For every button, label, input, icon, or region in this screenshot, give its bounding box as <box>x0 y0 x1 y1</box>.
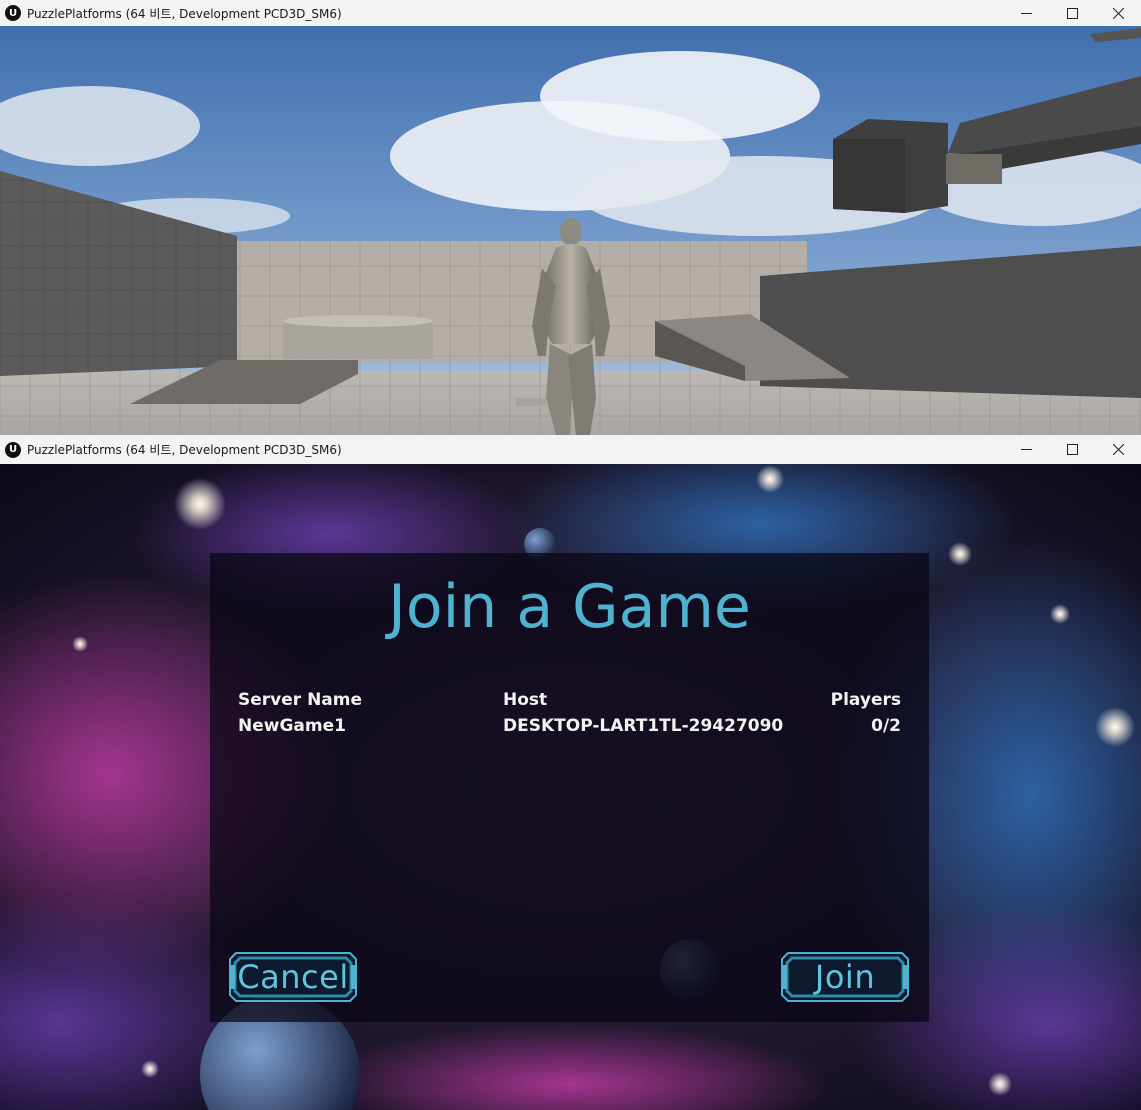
host-cell[interactable]: DESKTOP-LART1TL-29427090 <box>503 713 783 739</box>
maximize-icon[interactable] <box>1049 0 1095 26</box>
join-game-panel: Join a Game Server Name Host Players New… <box>210 553 929 1022</box>
game-window: U PuzzlePlatforms (64 비트, Development PC… <box>0 0 1141 435</box>
column-header-host: Host <box>503 690 548 710</box>
menu-window-titlebar[interactable]: U PuzzlePlatforms (64 비트, Development PC… <box>0 435 1141 464</box>
page-title: Join a Game <box>388 572 751 642</box>
server-name-cell[interactable]: NewGame1 <box>238 713 346 739</box>
window-title: PuzzlePlatforms (64 비트, Development PCD3… <box>27 443 342 457</box>
join-button-label: Join <box>814 958 876 996</box>
join-button[interactable]: Join <box>780 951 910 1003</box>
unreal-logo-icon: U <box>5 441 21 458</box>
cancel-button[interactable]: Cancel <box>228 951 358 1003</box>
players-cell[interactable]: 0/2 <box>871 713 901 739</box>
close-icon[interactable] <box>1095 0 1141 26</box>
game-window-titlebar[interactable]: U PuzzlePlatforms (64 비트, Development PC… <box>0 0 1141 26</box>
column-header-players: Players <box>830 690 901 710</box>
unreal-logo-icon: U <box>5 5 21 21</box>
minimize-icon[interactable] <box>1003 435 1049 464</box>
maximize-icon[interactable] <box>1049 435 1095 464</box>
game-viewport[interactable] <box>0 26 1141 435</box>
close-icon[interactable] <box>1095 435 1141 464</box>
minimize-icon[interactable] <box>1003 0 1049 26</box>
cancel-button-label: Cancel <box>237 958 349 996</box>
column-header-server-name: Server Name <box>238 690 363 710</box>
window-title: PuzzlePlatforms (64 비트, Development PCD3… <box>27 6 342 21</box>
